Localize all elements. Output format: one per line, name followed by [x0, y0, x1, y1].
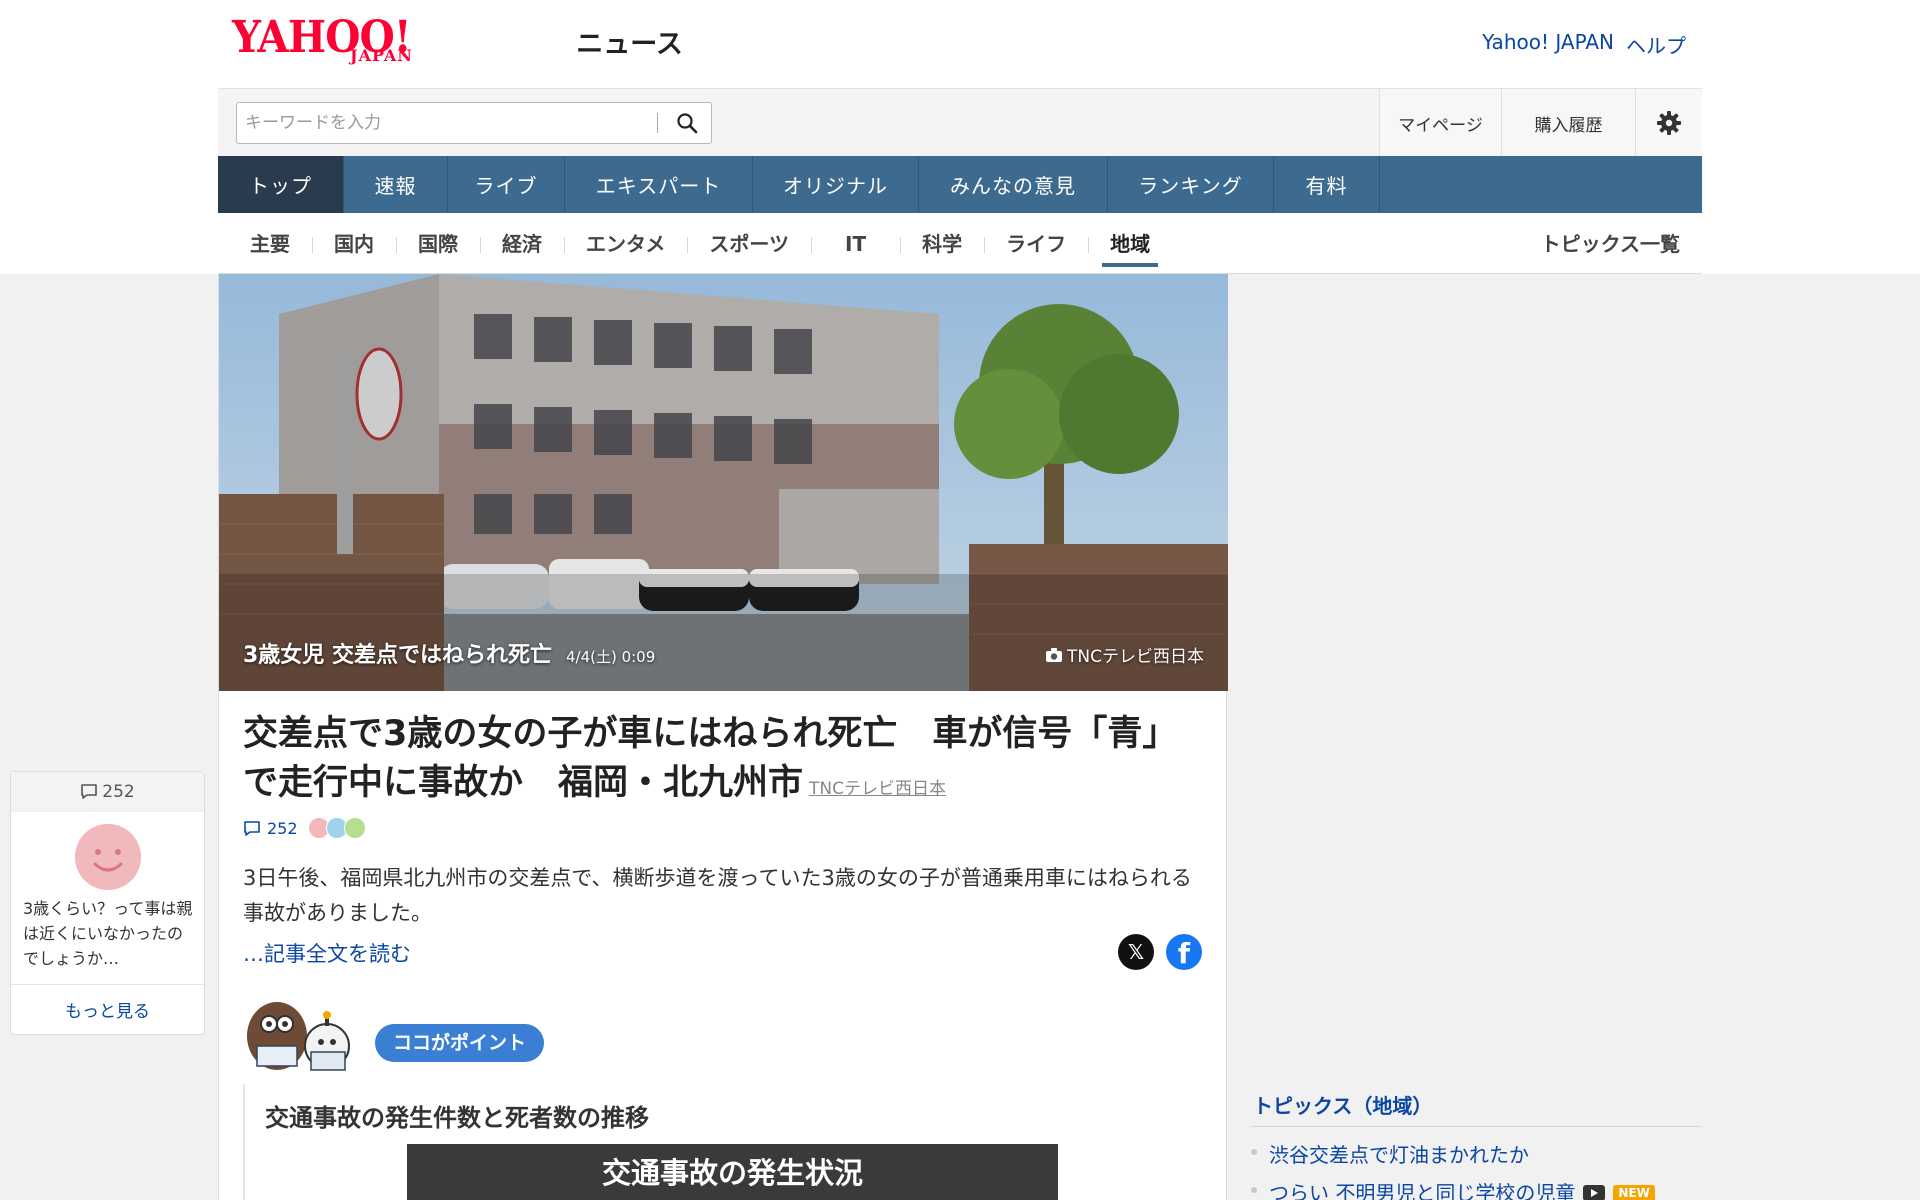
- local-topics-title: トピックス（地域）: [1253, 1094, 1433, 1118]
- article-headline: 交差点で3歳の女の子が車にはねられ死亡 車が信号「青」で走行中に事故か 福岡・北…: [243, 710, 1203, 814]
- reaction-faces: [307, 817, 366, 839]
- comment-icon: [81, 784, 98, 799]
- camera-icon: [1046, 647, 1063, 662]
- category-main[interactable]: 主要: [228, 229, 312, 269]
- category-it[interactable]: IT: [811, 229, 900, 269]
- tab-paid[interactable]: 有料: [1274, 156, 1380, 213]
- topic-item[interactable]: 渋谷交差点で灯油まかれたか: [1251, 1136, 1701, 1174]
- topic-item-label: 渋谷交差点で灯油まかれたか: [1269, 1143, 1529, 1167]
- category-world[interactable]: 国際: [396, 229, 480, 269]
- new-badge: NEW: [1613, 1184, 1655, 1200]
- source-link[interactable]: TNCテレビ西日本: [809, 779, 946, 799]
- search-icon: [677, 112, 698, 133]
- category-sports[interactable]: スポーツ: [687, 229, 811, 269]
- article-summary: 3日午後、福岡県北九州市の交差点で、横断歩道を渡っていた3歳の女の子が普通乗用車…: [243, 866, 1192, 925]
- headline-link[interactable]: 交差点で3歳の女の子が車にはねられ死亡 車が信号「青」で走行中に事故か 福岡・北…: [243, 714, 1177, 803]
- purchase-history-link[interactable]: 購入履歴: [1501, 89, 1635, 157]
- comment-widget: 252 3歳くらい？って事は親は近くにいなかったのでしょうか… もっと見る: [10, 771, 205, 1035]
- category-science[interactable]: 科学: [900, 229, 984, 269]
- infographic-banner: 交通事故の発生状況: [407, 1144, 1058, 1200]
- search-box: [236, 102, 712, 144]
- infographic-heading: 交通事故の発生件数と死者数の推移: [265, 1104, 649, 1132]
- key-point-badge: ココがポイント: [375, 1024, 545, 1062]
- tab-opinions[interactable]: みんなの意見: [919, 156, 1108, 213]
- logo-news-text: ニュース: [576, 29, 683, 60]
- reaction-face-icon: [343, 817, 366, 839]
- article-meta: 252: [243, 817, 366, 839]
- tab-ranking[interactable]: ランキング: [1108, 156, 1274, 213]
- search-button[interactable]: [673, 110, 701, 138]
- category-business[interactable]: 経済: [480, 229, 564, 269]
- category-domestic[interactable]: 国内: [312, 229, 396, 269]
- search-divider: [657, 113, 658, 133]
- masthead: YAHOO! JAPAN ニュース Yahoo! JAPAN ヘルプ: [218, 0, 1702, 88]
- category-life[interactable]: ライフ: [984, 229, 1088, 269]
- category-local[interactable]: 地域: [1088, 229, 1172, 269]
- tab-live[interactable]: ライブ: [448, 156, 565, 213]
- x-share-icon[interactable]: 𝕏: [1118, 934, 1154, 970]
- topic-item[interactable]: つらい 不明男児と同じ学校の児童 NEW: [1251, 1174, 1701, 1200]
- police-station-photo: [219, 274, 1228, 691]
- search-bar: マイページ 購入履歴: [218, 88, 1702, 157]
- topic-item-label: つらい 不明男児と同じ学校の児童: [1269, 1181, 1576, 1200]
- right-sidebar: トピックス（地域） 渋谷交差点で灯油まかれたか つらい 不明男児と同じ学校の児童…: [1251, 274, 1702, 1200]
- tab-breaking[interactable]: 速報: [344, 156, 448, 213]
- comment-count[interactable]: 252: [267, 819, 298, 838]
- main-nav: トップ 速報 ライブ エキスパート オリジナル みんなの意見 ランキング 有料: [218, 156, 1702, 213]
- video-icon: [1583, 1185, 1606, 1200]
- more-comments-link[interactable]: もっと見る: [11, 984, 204, 1034]
- tab-top[interactable]: トップ: [218, 156, 344, 213]
- yahoo-news-logo[interactable]: YAHOO! JAPAN ニュース: [232, 14, 683, 66]
- settings-button[interactable]: [1635, 89, 1702, 157]
- help-link[interactable]: ヘルプ: [1626, 30, 1686, 59]
- hero-title: 3歳女児 交差点ではねられ死亡: [243, 643, 552, 668]
- logo-japan-text: JAPAN: [350, 46, 413, 65]
- hero-date: 4/4(土) 0:09: [565, 648, 656, 666]
- article-card: 3歳女児 交差点ではねられ死亡 4/4(土) 0:09 TNCテレビ西日本 交差…: [218, 274, 1228, 1200]
- photo-credit: TNCテレビ西日本: [1045, 642, 1204, 667]
- tab-original[interactable]: オリジナル: [753, 156, 919, 213]
- comment-icon: [244, 820, 260, 836]
- comment-widget-count-text: 252: [102, 781, 135, 802]
- category-entertainment[interactable]: エンタメ: [564, 229, 687, 269]
- local-topics-list: 渋谷交差点で灯油まかれたか つらい 不明男児と同じ学校の児童 NEW: [1251, 1136, 1701, 1200]
- yahoo-japan-link[interactable]: Yahoo! JAPAN: [1482, 30, 1614, 59]
- mascot-icon: [247, 1002, 350, 1071]
- search-input[interactable]: [245, 108, 645, 138]
- share-buttons: 𝕏 f: [1118, 934, 1202, 970]
- header-links: Yahoo! JAPAN ヘルプ: [1482, 30, 1686, 59]
- photo-credit-text: TNCテレビ西日本: [1067, 647, 1204, 667]
- divider: [1251, 1126, 1701, 1127]
- facebook-share-icon[interactable]: f: [1166, 934, 1202, 970]
- comment-widget-count: 252: [11, 772, 204, 812]
- tab-expert[interactable]: エキスパート: [565, 156, 753, 213]
- read-full-article-link[interactable]: …記事全文を読む: [243, 938, 411, 968]
- comment-preview-text: 3歳くらい？って事は親は近くにいなかったのでしょうか…: [23, 899, 193, 968]
- category-nav: 主要 国内 国際 経済 エンタメ スポーツ IT 科学 ライフ 地域 トピックス…: [218, 213, 1702, 274]
- gear-icon: [1657, 111, 1681, 135]
- all-topics-link[interactable]: トピックス一覧: [1541, 229, 1680, 259]
- hero-image[interactable]: 3歳女児 交差点ではねられ死亡 4/4(土) 0:09 TNCテレビ西日本: [219, 274, 1228, 691]
- key-point-section: ココがポイント: [243, 994, 843, 1074]
- mypage-link[interactable]: マイページ: [1379, 89, 1501, 157]
- hero-caption: 3歳女児 交差点ではねられ死亡 4/4(土) 0:09: [243, 637, 655, 669]
- smiley-avatar-icon: [75, 824, 141, 890]
- category-list: 主要 国内 国際 経済 エンタメ スポーツ IT 科学 ライフ 地域: [228, 229, 1172, 269]
- infographic-section: 交通事故の発生件数と死者数の推移 交通事故の発生状況: [243, 1084, 1203, 1200]
